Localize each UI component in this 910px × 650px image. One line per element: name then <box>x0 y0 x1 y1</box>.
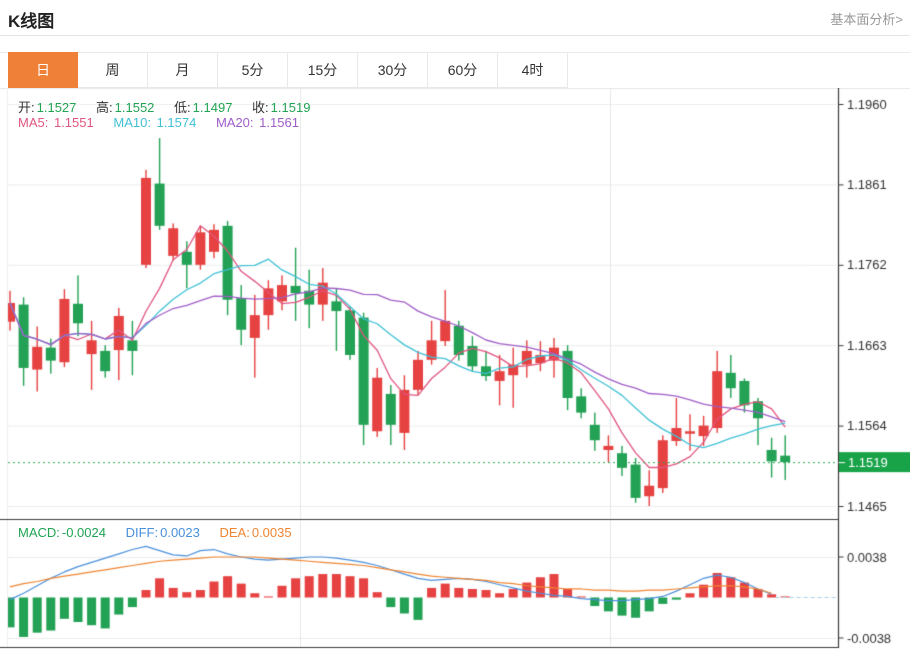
tab-15分[interactable]: 15分 <box>288 52 358 88</box>
tab-5分[interactable]: 5分 <box>218 52 288 88</box>
tab-60分[interactable]: 60分 <box>428 52 498 88</box>
tab-日[interactable]: 日 <box>8 52 78 88</box>
page-title: K线图 <box>8 7 54 32</box>
tab-4时[interactable]: 4时 <box>498 52 568 88</box>
period-tabs: 日周月5分15分30分60分4时 <box>8 52 568 88</box>
kline-page: K线图 基本面分析> 日周月5分15分30分60分4时 开:1.1527 高:1… <box>0 0 910 650</box>
fundamental-analysis-link[interactable]: 基本面分析> <box>830 9 903 28</box>
tab-周[interactable]: 周 <box>78 52 148 88</box>
kline-chart-canvas[interactable] <box>0 88 910 650</box>
title-divider <box>0 35 910 36</box>
tab-月[interactable]: 月 <box>148 52 218 88</box>
tab-30分[interactable]: 30分 <box>358 52 428 88</box>
